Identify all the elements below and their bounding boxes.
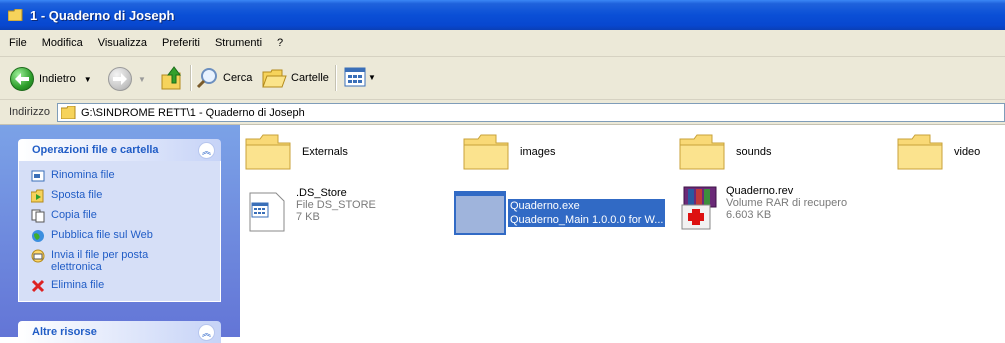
file-name: images [520, 146, 556, 158]
folders-button[interactable]: Cartelle [262, 67, 329, 89]
menu-bar: File Modifica Visualizza Preferiti Strum… [0, 30, 1005, 57]
task-copy[interactable]: Copia file [31, 209, 97, 223]
task-label: Elimina file [51, 279, 105, 291]
folder-sounds[interactable]: sounds [678, 133, 771, 171]
mail-icon [31, 249, 45, 263]
title-bar[interactable]: 1 - Quaderno di Joseph [0, 0, 1005, 30]
file-ds-store[interactable]: .DS_Store File DS_STORE 7 KB [246, 187, 376, 233]
back-arrow-icon [10, 67, 34, 91]
tasks-panel-body: Rinomina file Sposta file Copia file Pub… [18, 161, 221, 302]
chevron-down-icon[interactable]: ▼ [84, 75, 92, 84]
search-button[interactable]: Cerca [196, 67, 252, 89]
task-rename[interactable]: Rinomina file [31, 169, 115, 183]
task-label: Rinomina file [51, 169, 115, 181]
rename-icon [31, 170, 45, 182]
file-name: video [954, 146, 981, 158]
file-description: Quaderno_Main 1.0.0.0 for W... [508, 213, 666, 227]
menu-visualizza[interactable]: Visualizza [98, 37, 147, 49]
file-name: Externals [302, 146, 348, 158]
file-size: 7 KB [296, 211, 320, 223]
file-type: File DS_STORE [296, 199, 376, 211]
folder-icon [61, 106, 76, 119]
file-quaderno-rev[interactable]: Quaderno.rev Volume RAR di recupero 6.60… [678, 185, 847, 233]
address-label: Indirizzo [9, 106, 50, 118]
forward-button[interactable]: ▼ [108, 67, 146, 91]
address-bar: Indirizzo G:\SINDROME RETT\1 - Quaderno … [0, 100, 1005, 125]
file-name: .DS_Store [296, 187, 347, 199]
task-publish[interactable]: Pubblica file sul Web [31, 229, 153, 243]
rar-recovery-icon [681, 186, 717, 230]
task-label: Sposta file [51, 189, 103, 201]
file-name: Quaderno.rev [726, 185, 794, 197]
tasks-panel-header[interactable]: Operazioni file e cartella ︽ [18, 139, 221, 161]
menu-strumenti[interactable]: Strumenti [215, 37, 262, 49]
file-name: sounds [736, 146, 772, 158]
file-quaderno-exe[interactable]: Quaderno.exe Quaderno_Main 1.0.0.0 for W… [454, 191, 666, 235]
menu-file[interactable]: File [9, 37, 27, 49]
menu-help[interactable]: ? [277, 37, 283, 49]
toolbar: Indietro ▼ ▼ Cerca Cartelle ▼ [0, 57, 1005, 100]
collapse-icon[interactable]: ︽ [198, 142, 215, 159]
task-email[interactable]: Invia il file per posta elettronica [31, 249, 181, 273]
views-button[interactable]: ▼ [344, 67, 376, 87]
document-icon [249, 192, 285, 232]
task-delete[interactable]: Elimina file [31, 279, 104, 293]
file-size: 6.603 KB [726, 209, 772, 221]
folder-icon [8, 9, 23, 21]
search-label: Cerca [223, 72, 253, 84]
folder-video[interactable]: video [896, 133, 980, 171]
chevron-down-icon: ▼ [368, 72, 376, 82]
tasks-panel-title: Operazioni file e cartella [32, 144, 159, 156]
search-icon [196, 68, 217, 89]
task-label: Pubblica file sul Web [51, 229, 153, 241]
forward-arrow-icon [108, 67, 132, 91]
menu-modifica[interactable]: Modifica [42, 37, 83, 49]
back-button[interactable]: Indietro ▼ [10, 67, 92, 91]
window-title: 1 - Quaderno di Joseph [30, 7, 175, 23]
delete-icon [31, 279, 45, 293]
address-path: G:\SINDROME RETT\1 - Quaderno di Joseph [81, 106, 305, 119]
task-label: Invia il file per posta elettronica [51, 249, 149, 273]
folder-icon [245, 134, 291, 170]
file-list: Externals images sounds video .DS_Store … [240, 125, 1005, 337]
copy-icon [31, 209, 45, 223]
folders-icon [262, 69, 287, 88]
folder-icon [897, 134, 943, 170]
up-folder-button[interactable] [160, 65, 184, 91]
file-type: Volume RAR di recupero [726, 197, 848, 209]
folder-externals[interactable]: Externals [244, 133, 348, 171]
folders-label: Cartelle [291, 72, 329, 84]
collapse-icon[interactable]: ︽ [198, 324, 215, 341]
menu-preferiti[interactable]: Preferiti [162, 37, 200, 49]
folder-icon [463, 134, 509, 170]
task-pane: Operazioni file e cartella ︽ Rinomina fi… [0, 125, 240, 343]
up-folder-icon [161, 66, 181, 90]
other-panel-title: Altre risorse [32, 326, 97, 338]
task-label: Copia file [51, 209, 97, 221]
other-panel-header[interactable]: Altre risorse ︽ [18, 321, 221, 343]
folder-icon [679, 134, 725, 170]
task-move[interactable]: Sposta file [31, 189, 102, 203]
address-input[interactable]: G:\SINDROME RETT\1 - Quaderno di Joseph [57, 103, 1005, 122]
application-icon [454, 191, 506, 235]
move-icon [31, 189, 44, 203]
file-name: Quaderno.exe [508, 199, 666, 213]
back-label: Indietro [39, 73, 76, 85]
globe-icon [32, 230, 44, 242]
folder-images[interactable]: images [462, 133, 555, 171]
views-icon [344, 67, 366, 87]
chevron-down-icon[interactable]: ▼ [138, 75, 146, 84]
